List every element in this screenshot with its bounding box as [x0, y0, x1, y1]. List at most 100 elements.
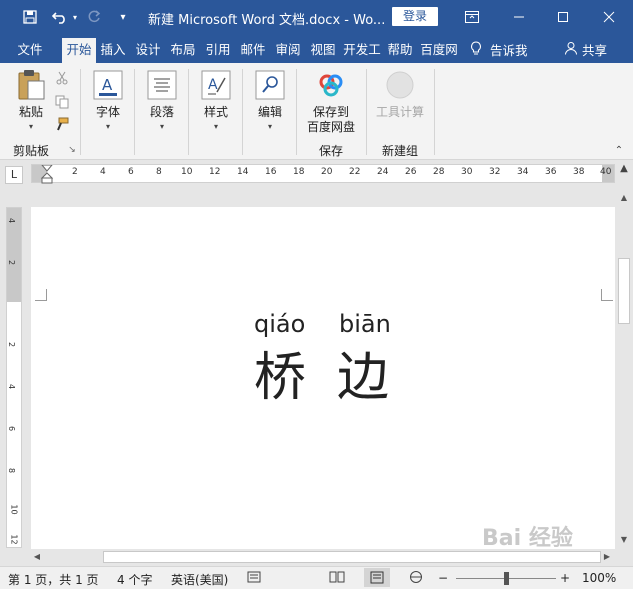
ruler-number: 16	[265, 167, 277, 177]
share-label: 共享	[582, 43, 608, 58]
title-bar: ▾ ▾ 新建 Microsoft Word 文档.docx - Wo... 登录	[0, 0, 633, 34]
baidu-netdisk-icon	[315, 69, 347, 101]
cut-icon[interactable]	[54, 71, 70, 88]
ruler-scroll-up-icon[interactable]: ▲	[617, 163, 631, 177]
print-layout-icon[interactable]	[364, 568, 390, 587]
new-group-label: 新建组	[382, 144, 419, 158]
font-button[interactable]: A 字体 ▾	[88, 69, 128, 131]
ribbon-home: 粘贴 ▾ 剪贴板 ↘ A 字体 ▾ 段落 ▾ A 样式 ▾ 编辑 ▾ 保存到 百…	[0, 63, 633, 160]
language-indicator[interactable]: 英语(美国)	[171, 571, 228, 588]
margin-corner-mark	[601, 289, 613, 301]
group-divider	[296, 69, 297, 155]
tool-calc-button[interactable]: 工具计算	[372, 69, 428, 120]
ruler-number: 20	[321, 167, 333, 177]
scroll-left-icon[interactable]: ◀	[31, 551, 43, 563]
save-to-baidu-netdisk-button[interactable]: 保存到 百度网盘	[302, 69, 360, 135]
save-group-label: 保存	[319, 144, 344, 158]
ruler-number: 26	[405, 167, 417, 177]
macro-recording-icon[interactable]	[247, 570, 261, 587]
zoom-slider-thumb[interactable]	[503, 572, 509, 585]
ruler-number: 36	[545, 167, 557, 177]
tab-layout[interactable]: 布局	[168, 38, 198, 63]
find-icon	[254, 69, 286, 101]
zoom-level[interactable]: 100%	[582, 571, 616, 585]
group-divider	[242, 69, 243, 155]
ruler-number: 2	[72, 167, 78, 177]
save-icon[interactable]	[20, 7, 40, 27]
ruler-row: L 2 4 6 8 10 12 14 16 18 20 22 24 26 28 …	[0, 161, 633, 188]
clipboard-launcher-icon[interactable]: ↘	[66, 145, 78, 155]
scroll-thumb[interactable]	[618, 258, 630, 324]
hanzi-qiao[interactable]: 桥	[254, 335, 306, 410]
horizontal-ruler[interactable]: 2 4 6 8 10 12 14 16 18 20 22 24 26 28 30…	[31, 164, 615, 184]
person-icon	[564, 41, 578, 58]
tab-home[interactable]: 开始	[62, 38, 96, 63]
close-icon[interactable]	[598, 6, 620, 28]
ruler-number: 32	[489, 167, 501, 177]
tab-developer[interactable]: 开发工	[342, 38, 382, 63]
scroll-right-icon[interactable]: ▶	[601, 551, 613, 563]
indent-marker-icon[interactable]	[41, 165, 53, 184]
tab-references[interactable]: 引用	[203, 38, 233, 63]
word-count[interactable]: 4 个字	[117, 571, 152, 588]
group-divider	[188, 69, 189, 155]
login-button[interactable]: 登录	[392, 7, 438, 26]
read-mode-icon[interactable]	[329, 570, 345, 587]
ribbon-tabs: 文件 开始 插入 设计 布局 引用 邮件 审阅 视图 开发工 帮助 百度网 告诉…	[0, 34, 633, 63]
pinyin-bian[interactable]: biān	[339, 310, 391, 338]
customize-toolbar-icon[interactable]: ▾	[116, 7, 130, 27]
ruler-number: 12	[209, 167, 221, 177]
paste-dropdown-icon[interactable]: ▾	[12, 122, 50, 131]
svg-text:A: A	[102, 76, 113, 94]
undo-dropdown-icon[interactable]: ▾	[70, 7, 80, 27]
scroll-down-icon[interactable]: ▼	[618, 534, 630, 546]
tab-review[interactable]: 审阅	[273, 38, 303, 63]
maximize-icon[interactable]	[552, 6, 574, 28]
window-title: 新建 Microsoft Word 文档.docx - Wo...	[148, 13, 386, 28]
redo-icon[interactable]	[84, 7, 104, 27]
font-icon: A	[92, 69, 124, 101]
tab-design[interactable]: 设计	[133, 38, 163, 63]
ruler-number: 38	[573, 167, 585, 177]
hanzi-bian[interactable]: 边	[337, 335, 389, 410]
paste-button[interactable]: 粘贴 ▾	[12, 69, 50, 131]
tab-selector[interactable]: L	[5, 166, 23, 184]
ruler-number: 22	[349, 167, 361, 177]
document-page[interactable]: qiáo biān 桥 边	[31, 207, 615, 549]
margin-corner-mark	[35, 289, 47, 301]
ribbon-display-options-icon[interactable]	[461, 6, 483, 28]
editing-button[interactable]: 编辑 ▾	[250, 69, 290, 131]
share-button[interactable]: 共享	[564, 40, 607, 59]
tab-file[interactable]: 文件	[10, 38, 50, 63]
collapse-ribbon-icon[interactable]: ⌃	[612, 145, 626, 156]
undo-icon[interactable]	[50, 7, 70, 27]
status-bar: 第 1 页，共 1 页 4 个字 英语(美国) − + 100%	[0, 566, 633, 589]
vertical-scrollbar[interactable]: ▲ ▼	[615, 188, 633, 549]
scroll-up-icon[interactable]: ▲	[618, 192, 630, 204]
ruler-number: 14	[237, 167, 249, 177]
paragraph-button[interactable]: 段落 ▾	[142, 69, 182, 131]
styles-button[interactable]: A 样式 ▾	[196, 69, 236, 131]
zoom-out-button[interactable]: −	[438, 571, 448, 585]
scroll-thumb[interactable]	[103, 551, 601, 563]
minimize-icon[interactable]	[508, 6, 530, 28]
web-layout-icon[interactable]	[409, 570, 423, 587]
tab-mailings[interactable]: 邮件	[238, 38, 268, 63]
format-painter-icon[interactable]	[54, 117, 70, 134]
vertical-ruler[interactable]: 4 2 2 4 6 8 10 12	[6, 207, 22, 548]
zoom-in-button[interactable]: +	[560, 571, 570, 585]
copy-icon[interactable]	[54, 95, 70, 112]
ruler-number: 18	[293, 167, 305, 177]
tab-view[interactable]: 视图	[308, 38, 338, 63]
tab-baidu-netdisk[interactable]: 百度网	[419, 38, 459, 63]
tell-me-box[interactable]: 告诉我	[470, 40, 528, 59]
ruler-number: 34	[517, 167, 529, 177]
ruler-number: 28	[433, 167, 445, 177]
group-divider	[366, 69, 367, 155]
tab-insert[interactable]: 插入	[98, 38, 128, 63]
tab-help[interactable]: 帮助	[385, 38, 415, 63]
paste-icon	[15, 69, 47, 101]
page-count[interactable]: 第 1 页，共 1 页	[8, 571, 99, 588]
pinyin-qiao[interactable]: qiáo	[254, 310, 305, 338]
ruler-number: 4	[7, 217, 17, 224]
